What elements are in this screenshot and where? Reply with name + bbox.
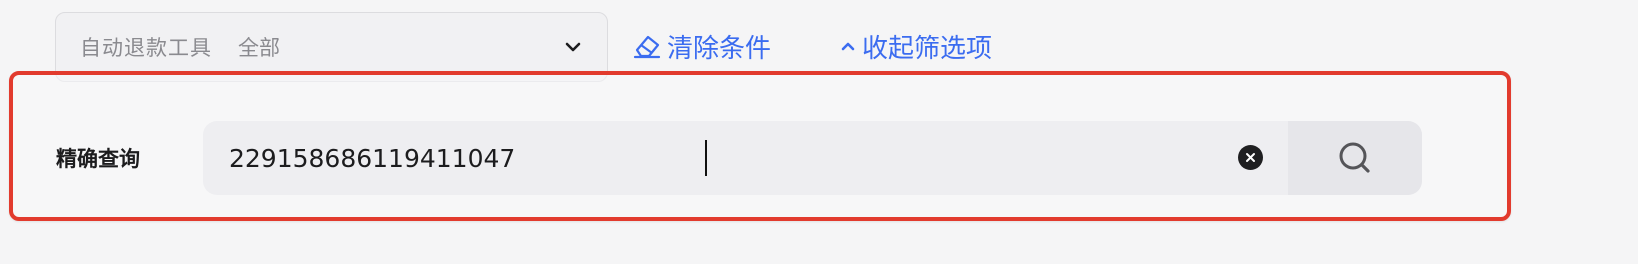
clear-conditions-button[interactable]: 清除条件 [633,26,771,66]
page: 自动退款工具 全部 清除条件 收起筛选项 精确查询 [0,0,1638,264]
select-value: 全部 [238,36,280,60]
clear-input-button[interactable] [1238,145,1263,170]
exact-query-search [203,121,1422,195]
chevron-up-icon [841,42,855,51]
chevron-down-icon [565,42,581,52]
exact-query-input[interactable] [203,121,1288,195]
select-label: 自动退款工具 [80,36,212,60]
search-button[interactable] [1288,121,1422,195]
exact-query-label: 精确查询 [56,147,140,171]
clear-conditions-label: 清除条件 [667,33,772,64]
text-caret [705,140,707,176]
search-icon [1339,142,1370,173]
clear-circle-icon [1246,153,1255,162]
eraser-icon [633,35,661,59]
collapse-filters-button[interactable]: 收起筛选项 [840,26,992,66]
collapse-filters-label: 收起筛选项 [862,33,993,64]
